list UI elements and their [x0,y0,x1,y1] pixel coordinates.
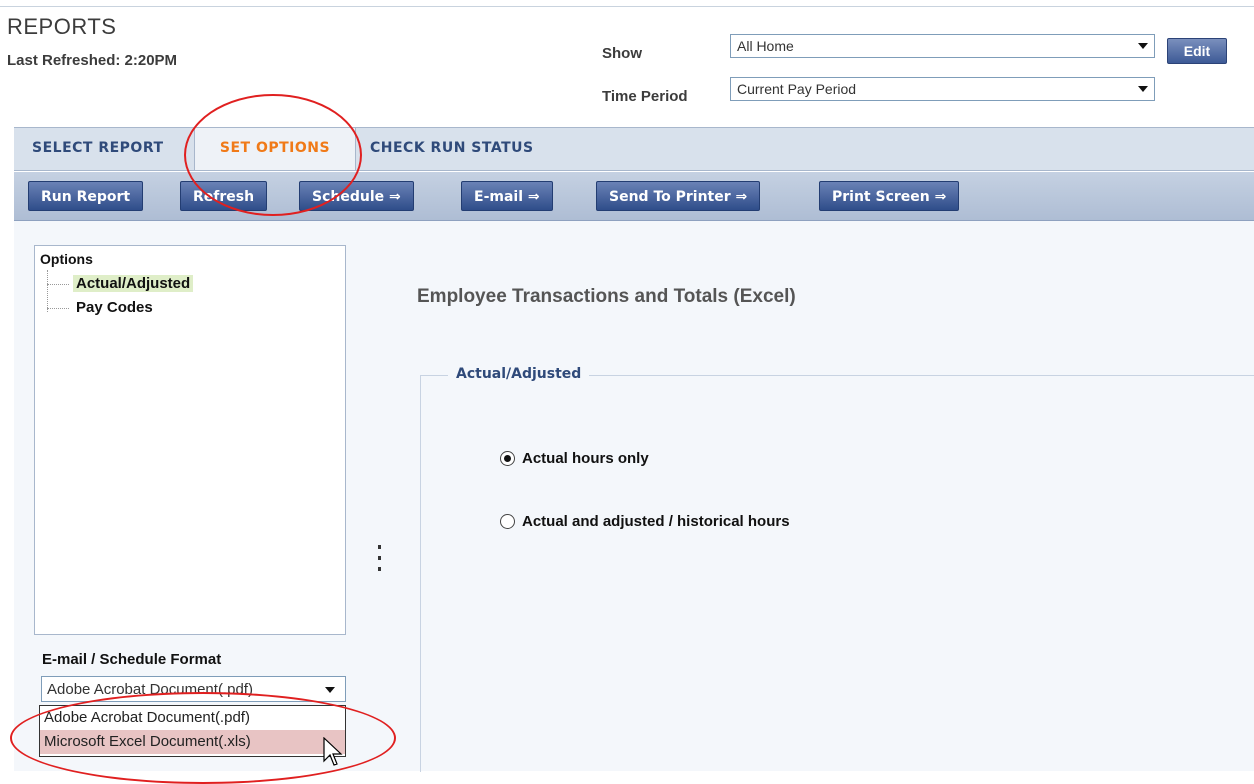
chevron-down-icon [1138,43,1148,49]
tab-select-report[interactable]: SELECT REPORT [32,128,164,170]
edit-button[interactable]: Edit [1167,38,1227,64]
tab-bar: SELECT REPORT SET OPTIONS CHECK RUN STAT… [14,127,1254,171]
email-button[interactable]: E-mail ⇒ [461,181,553,211]
options-fieldset [420,375,1254,772]
run-report-button[interactable]: Run Report [28,181,144,211]
tab-check-run-status[interactable]: CHECK RUN STATUS [370,128,534,170]
tree-connector [47,284,69,286]
panel-splitter-handle[interactable] [378,545,381,578]
print-screen-button[interactable]: Print Screen ⇒ [819,181,960,211]
tree-connector [47,270,49,312]
radio-label: Actual hours only [522,450,649,467]
toolbar: Run Report Refresh Schedule ⇒ E-mail ⇒ S… [14,172,1254,221]
show-select-value: All Home [737,38,794,54]
radio-label: Actual and adjusted / historical hours [522,513,790,530]
tree-item-pay-codes[interactable]: Pay Codes [73,299,156,316]
format-select-value: Adobe Acrobat Document(.pdf) [47,681,253,698]
show-select[interactable]: All Home [730,34,1155,58]
format-label: E-mail / Schedule Format [42,651,222,668]
format-option-pdf[interactable]: Adobe Acrobat Document(.pdf) [40,706,345,730]
tab-set-options[interactable]: SET OPTIONS [194,128,356,170]
report-title: Employee Transactions and Totals (Excel) [417,286,796,307]
refresh-button[interactable]: Refresh [180,181,268,211]
format-select[interactable]: Adobe Acrobat Document(.pdf) [41,676,346,702]
radio-actual-and-adjusted[interactable]: Actual and adjusted / historical hours [500,513,790,530]
show-label: Show [602,45,642,62]
tree-item-actual-adjusted[interactable]: Actual/Adjusted [73,275,194,292]
fieldset-legend: Actual/Adjusted [448,366,590,382]
radio-unchecked-icon[interactable] [500,514,515,529]
top-divider [0,6,1254,7]
radio-actual-hours-only[interactable]: Actual hours only [500,450,649,467]
time-period-select-value: Current Pay Period [737,81,857,97]
tree-root-label: Options [40,251,93,267]
last-refreshed-text: Last Refreshed: 2:20PM [7,52,178,69]
schedule-button[interactable]: Schedule ⇒ [299,181,414,211]
format-dropdown-list: Adobe Acrobat Document(.pdf) Microsoft E… [39,705,346,757]
mouse-pointer-icon [323,737,343,766]
options-tree: Options Actual/Adjusted Pay Codes [34,245,346,635]
chevron-down-icon [1138,86,1148,92]
tree-connector [47,308,69,310]
radio-checked-icon[interactable] [500,451,515,466]
time-period-select[interactable]: Current Pay Period [730,77,1155,101]
time-period-label: Time Period [602,88,688,105]
send-to-printer-button[interactable]: Send To Printer ⇒ [596,181,761,211]
page-title: REPORTS [7,14,117,39]
format-option-xls[interactable]: Microsoft Excel Document(.xls) [40,730,345,754]
chevron-down-icon [325,687,335,693]
